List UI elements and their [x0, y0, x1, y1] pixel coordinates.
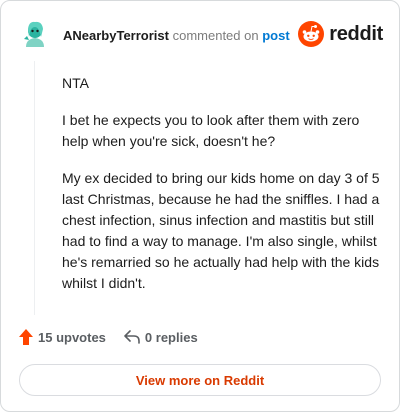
upvote-button[interactable]: 15 upvotes [19, 329, 106, 345]
comment-header: ANearbyTerrorist commented on post reddi… [17, 15, 383, 55]
post-link[interactable]: post [262, 28, 289, 43]
byline-action: commented on [172, 27, 259, 43]
comment-body: NTA I bet he expects you to look after t… [62, 73, 384, 310]
upvote-count: 15 upvotes [38, 329, 106, 345]
replies-button[interactable]: 0 replies [124, 330, 198, 345]
view-more-button[interactable]: View more on Reddit [19, 364, 381, 396]
thread-line [34, 61, 35, 315]
comment-paragraph: I bet he expects you to look after them … [62, 112, 360, 149]
comment-paragraph: My ex decided to bring our kids home on … [62, 170, 380, 291]
upvote-arrow-icon [19, 329, 33, 345]
reddit-wordmark: reddit [329, 22, 383, 45]
reddit-logo-icon [298, 21, 325, 47]
author-username[interactable]: ANearbyTerrorist [63, 28, 169, 43]
user-avatar[interactable] [17, 17, 53, 53]
reply-count: 0 replies [144, 329, 198, 345]
comment-actions: 15 upvotes 0 replies [19, 329, 198, 345]
reddit-comment-embed: ANearbyTerrorist commented on post reddi… [0, 0, 400, 412]
reply-arrow-icon [124, 330, 140, 344]
reddit-brand[interactable]: reddit [298, 21, 383, 47]
comment-byline: ANearbyTerrorist commented on post [63, 28, 290, 43]
comment-paragraph: NTA [62, 75, 89, 91]
